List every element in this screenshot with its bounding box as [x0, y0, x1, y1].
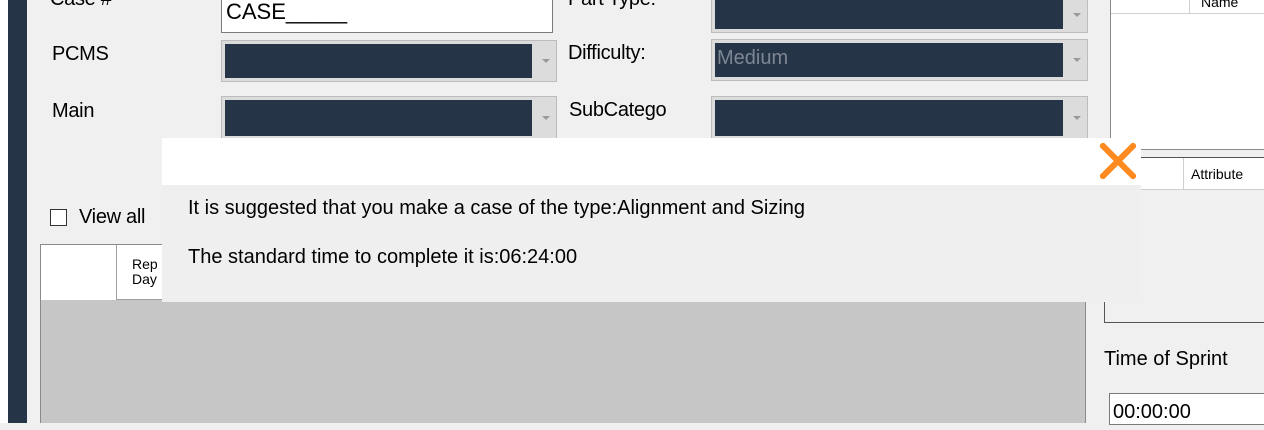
standard-time-message: The standard time to complete it is:06:2…	[188, 246, 578, 268]
chevron-down-icon	[1073, 116, 1081, 120]
sprint-time-input[interactable]: 00:00:00	[1109, 393, 1264, 425]
chevron-down-icon	[542, 116, 550, 120]
case-number-input[interactable]: CASE_____	[221, 0, 553, 33]
subcategory-label: SubCatego	[569, 99, 667, 121]
close-icon[interactable]	[1098, 141, 1138, 181]
case-number-label: Case #	[50, 0, 112, 11]
main-dropdown[interactable]	[221, 96, 557, 140]
chevron-down-icon	[542, 59, 550, 63]
main-label: Main	[52, 100, 95, 122]
left-nav-bar	[8, 0, 27, 423]
dialog-title-bar	[162, 138, 1141, 185]
grid-corner-cell	[41, 245, 117, 300]
view-all-checkbox[interactable]	[50, 209, 67, 226]
pcms-dropdown[interactable]	[221, 40, 557, 82]
sprint-time-label: Time of Sprint	[1104, 348, 1228, 370]
suggestion-message: It is suggested that you make a case of …	[188, 197, 806, 219]
difficulty-label: Difficulty:	[568, 42, 646, 64]
difficulty-value: Medium	[715, 43, 1063, 77]
suggestion-dialog: It is suggested that you make a case of …	[162, 138, 1141, 302]
subcategory-dropdown[interactable]	[711, 96, 1088, 140]
name-list[interactable]: Name	[1110, 0, 1264, 150]
pcms-label: PCMS	[52, 43, 109, 65]
chevron-down-icon	[1073, 12, 1081, 17]
part-type-dropdown[interactable]	[711, 0, 1088, 33]
part-type-label: Part Type:	[568, 0, 656, 11]
view-all-label: View all	[79, 206, 146, 228]
chevron-down-icon	[1073, 58, 1081, 62]
difficulty-dropdown[interactable]: Medium	[711, 39, 1088, 81]
name-column-header[interactable]: Name	[1201, 0, 1238, 10]
attribute-column-header[interactable]: Attribute	[1191, 166, 1243, 182]
name-list-header: Name	[1111, 0, 1264, 14]
